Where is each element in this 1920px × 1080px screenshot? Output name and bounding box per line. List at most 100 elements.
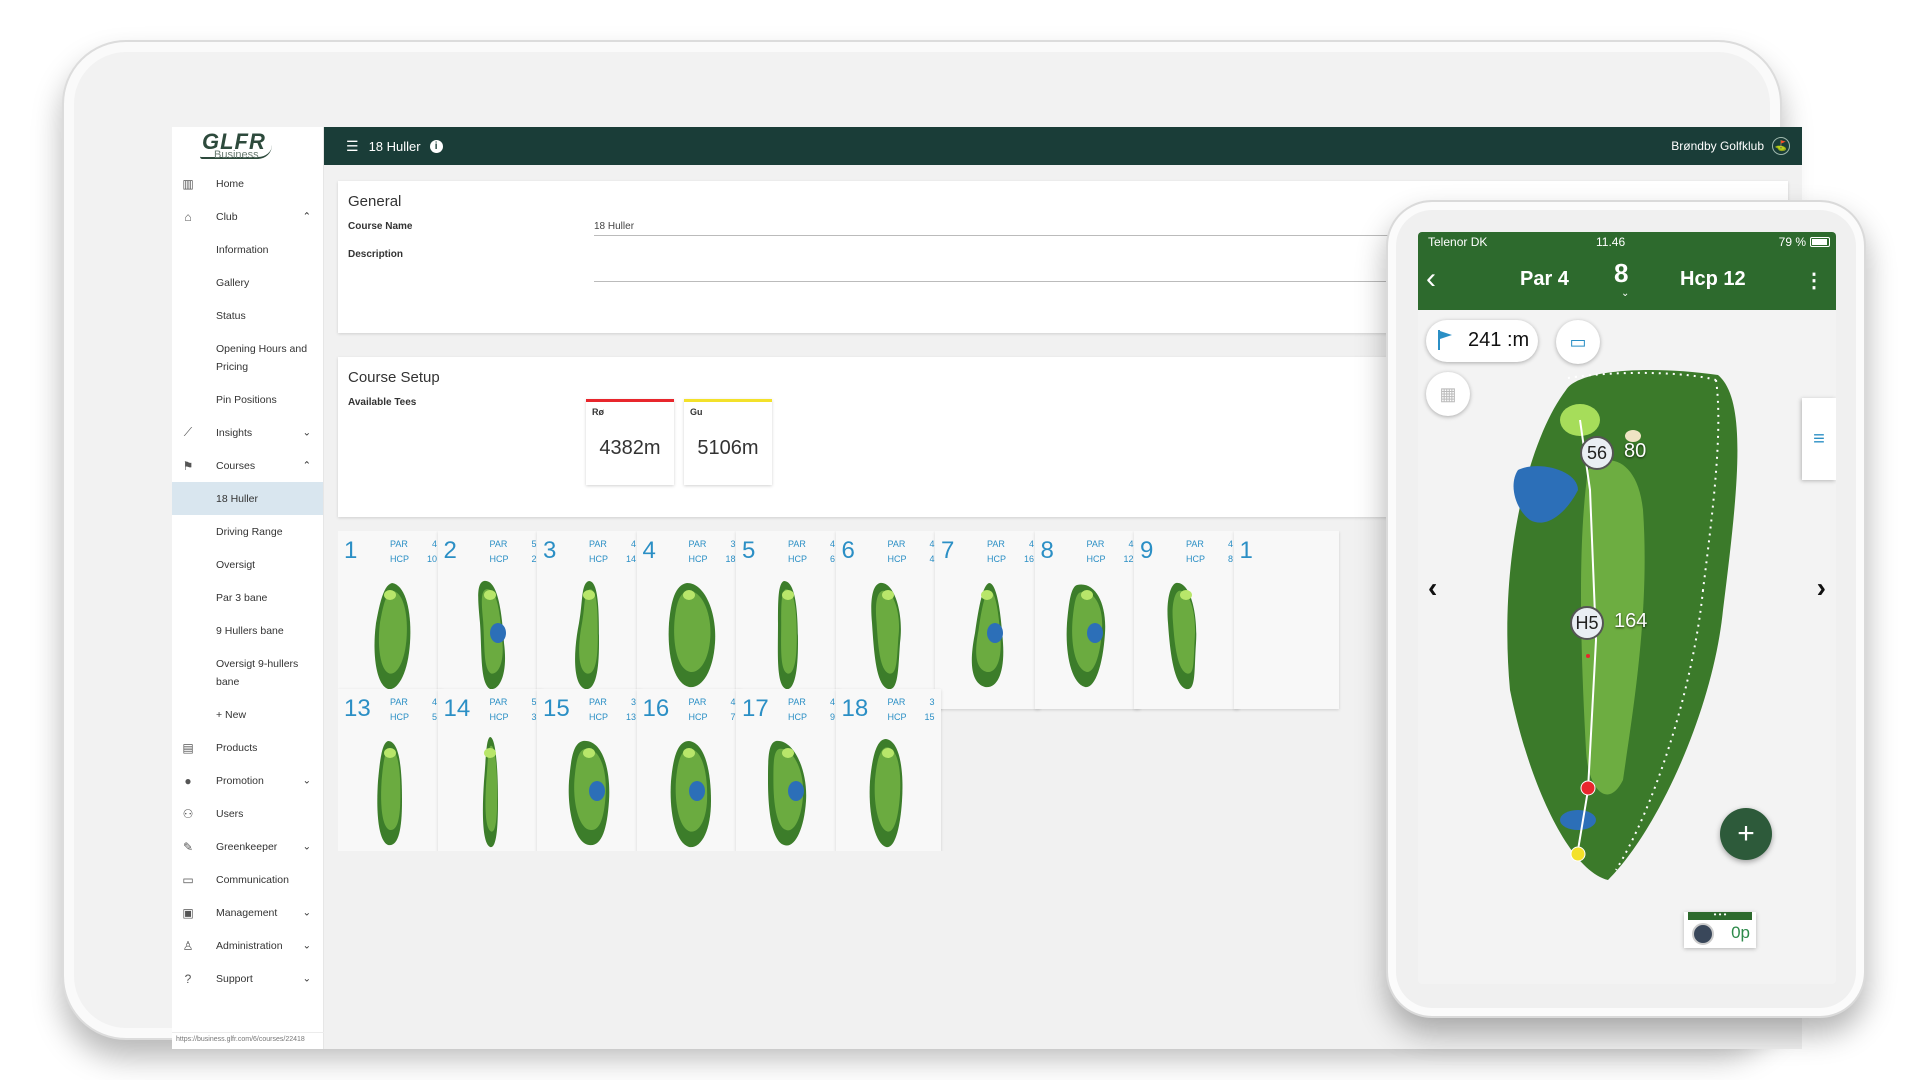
hole-green <box>1180 590 1192 600</box>
hole-card[interactable]: 1 PAR HCP 4 10 <box>338 531 443 709</box>
hole-card[interactable]: 1 <box>1233 531 1339 709</box>
hole-map[interactable] <box>1418 310 1836 984</box>
sidebar-item-insights[interactable]: ⟋ Insights ⌄ <box>172 416 323 449</box>
avatar <box>1692 923 1714 945</box>
phone-frame: Telenor DK 11.46 79 % ‹ Par 4 8 ⌄ Hcp 12… <box>1386 200 1866 1018</box>
sidebar-item-oversigt-9-hullers-bane[interactable]: Oversigt 9-hullers bane <box>172 647 323 698</box>
distance-value: 241 :m <box>1468 329 1530 351</box>
sidebar-item-information[interactable]: Information <box>172 233 323 266</box>
grid-icon[interactable]: ▦ <box>1426 372 1470 416</box>
hole-card[interactable]: 17 PAR HCP 4 9 <box>736 689 841 851</box>
sidebar-item-label: + New <box>216 708 247 721</box>
sidebar-item-communication[interactable]: ▭ Communication <box>172 863 323 896</box>
hcp-value: 2 <box>531 554 537 564</box>
sidebar-item-club[interactable]: ⌂ Club ⌃ <box>172 200 323 233</box>
golf-flag-icon: ⚑ <box>182 458 194 473</box>
sidebar-item-par-3-bane[interactable]: Par 3 bane <box>172 581 323 614</box>
next-hole-icon[interactable]: › <box>1817 572 1826 604</box>
sidebar-item-greenkeeper[interactable]: ✎ Greenkeeper ⌄ <box>172 830 323 863</box>
hcp-label: HCP <box>390 712 410 722</box>
sidebar-item--new[interactable]: + New <box>172 698 323 731</box>
par-label: PAR <box>887 539 906 549</box>
hazard-marker[interactable]: H5 <box>1570 606 1604 640</box>
hole-card[interactable]: 7 PAR HCP 4 16 <box>935 531 1040 709</box>
hole-water <box>489 623 506 643</box>
hole-card[interactable]: 2 PAR HCP 5 2 <box>437 531 543 709</box>
chevron-down-icon[interactable]: ⌄ <box>303 775 311 786</box>
chevron-down-icon[interactable]: ⌄ <box>1621 288 1629 299</box>
hcp-label: HCP <box>987 554 1007 564</box>
hole-card[interactable]: 16 PAR HCP 4 7 <box>636 689 742 851</box>
hamburger-menu-icon[interactable]: ☰ <box>346 138 359 155</box>
hole-card[interactable]: 6 PAR HCP 4 4 <box>835 531 941 709</box>
distance-marker-top[interactable]: 56 <box>1580 436 1614 470</box>
chevron-down-icon[interactable]: ⌄ <box>303 841 311 852</box>
hole-card[interactable]: 14 PAR HCP 5 3 <box>437 689 543 851</box>
previous-hole-icon[interactable]: ‹ <box>1428 572 1437 604</box>
sidebar-item-management[interactable]: ▣ Management ⌄ <box>172 896 323 929</box>
sidebar-item-oversigt[interactable]: Oversigt <box>172 548 323 581</box>
tee-card-yellow[interactable]: Gu 5106m <box>684 399 772 485</box>
sidebar-item-users[interactable]: ⚇ Users <box>172 797 323 830</box>
chevron-up-icon[interactable]: ⌃ <box>303 460 311 471</box>
glfr-logo[interactable]: GLFR Business <box>172 127 323 167</box>
add-button[interactable]: + <box>1720 808 1772 860</box>
sidebar-item-administration[interactable]: ♙ Administration ⌄ <box>172 929 323 962</box>
hcp-label: HCP <box>688 712 708 722</box>
par-value: 4 <box>1227 539 1233 549</box>
info-icon[interactable]: i <box>429 139 443 153</box>
hole-green <box>881 590 894 600</box>
hole-card[interactable]: 8 PAR HCP 4 12 <box>1034 531 1140 709</box>
distance-to-pin[interactable]: 241 :m <box>1426 320 1538 362</box>
hole-number: 4 <box>642 537 656 564</box>
hole-map-thumbnail <box>668 583 715 688</box>
chevron-down-icon[interactable]: ⌄ <box>303 427 311 438</box>
sidebar-item-label: Courses <box>216 459 256 472</box>
description-field[interactable] <box>594 281 1394 282</box>
sidebar-item-support[interactable]: ? Support ⌄ <box>172 962 323 995</box>
sidebar-item-status[interactable]: Status <box>172 299 323 332</box>
chevron-down-icon[interactable]: ⌄ <box>303 940 311 951</box>
hole-card[interactable]: 13 PAR HCP 4 5 <box>338 689 443 851</box>
par-hcp-labels: PAR HCP <box>589 695 608 725</box>
more-options-icon[interactable]: ⋮ <box>1804 268 1824 293</box>
sidebar-item-opening-hours-and-pricing[interactable]: Opening Hours and Pricing <box>172 332 323 383</box>
hole-fairway <box>381 748 401 831</box>
chevron-up-icon[interactable]: ⌃ <box>303 211 311 222</box>
scorecard-widget[interactable]: • • • 0p <box>1684 911 1756 948</box>
hole-card[interactable]: 4 PAR HCP 3 18 <box>636 531 742 709</box>
sidebar-item-18-huller[interactable]: 18 Huller <box>172 482 323 515</box>
list-icon[interactable]: ≡ <box>1802 398 1836 480</box>
hole-map-thumbnail <box>477 580 506 690</box>
par-hcp-labels: PAR HCP <box>788 537 807 567</box>
par-hcp-labels: PAR HCP <box>390 695 409 725</box>
hole-card[interactable]: 5 PAR HCP 4 6 <box>736 531 841 709</box>
sidebar-item-home[interactable]: ▥ Home <box>172 167 323 200</box>
hole-card[interactable]: 9 PAR HCP 4 8 <box>1134 531 1239 709</box>
sidebar-item-promotion[interactable]: ● Promotion ⌄ <box>172 764 323 797</box>
sidebar-item-courses[interactable]: ⚑ Courses ⌃ <box>172 449 323 482</box>
hole-map-thumbnail <box>777 581 798 690</box>
hole-card[interactable]: 18 PAR HCP 3 15 <box>835 689 941 851</box>
course-name-input[interactable]: 18 Huller <box>594 221 634 232</box>
hole-card[interactable]: 3 PAR HCP 4 14 <box>537 531 642 709</box>
club-name[interactable]: Brøndby Golfklub <box>1671 139 1764 153</box>
chevron-down-icon[interactable]: ⌄ <box>303 907 311 918</box>
par-hcp-labels: PAR HCP <box>689 537 708 567</box>
ruler-icon[interactable]: ▭ <box>1556 320 1600 364</box>
battery-icon <box>1810 237 1830 247</box>
hole-card[interactable]: 15 PAR HCP 3 13 <box>537 689 642 851</box>
sidebar-item-label: Greenkeeper <box>216 840 278 853</box>
chevron-down-icon[interactable]: ⌄ <box>303 973 311 984</box>
sidebar-item-products[interactable]: ▤ Products <box>172 731 323 764</box>
sidebar-item-driving-range[interactable]: Driving Range <box>172 515 323 548</box>
sidebar-item-pin-positions[interactable]: Pin Positions <box>172 383 323 416</box>
sidebar-item-gallery[interactable]: Gallery <box>172 266 323 299</box>
back-arrow-icon[interactable]: ‹ <box>1426 262 1436 296</box>
club-logo-icon[interactable]: ⛳ <box>1772 137 1790 155</box>
tee-card-red[interactable]: Rø 4382m <box>586 399 674 485</box>
sidebar-item-9-hullers-bane[interactable]: 9 Hullers bane <box>172 614 323 647</box>
sidebar-item-label: Oversigt <box>216 558 256 571</box>
hole-number[interactable]: 8 <box>1614 258 1628 289</box>
par-value: 4 <box>929 539 935 549</box>
